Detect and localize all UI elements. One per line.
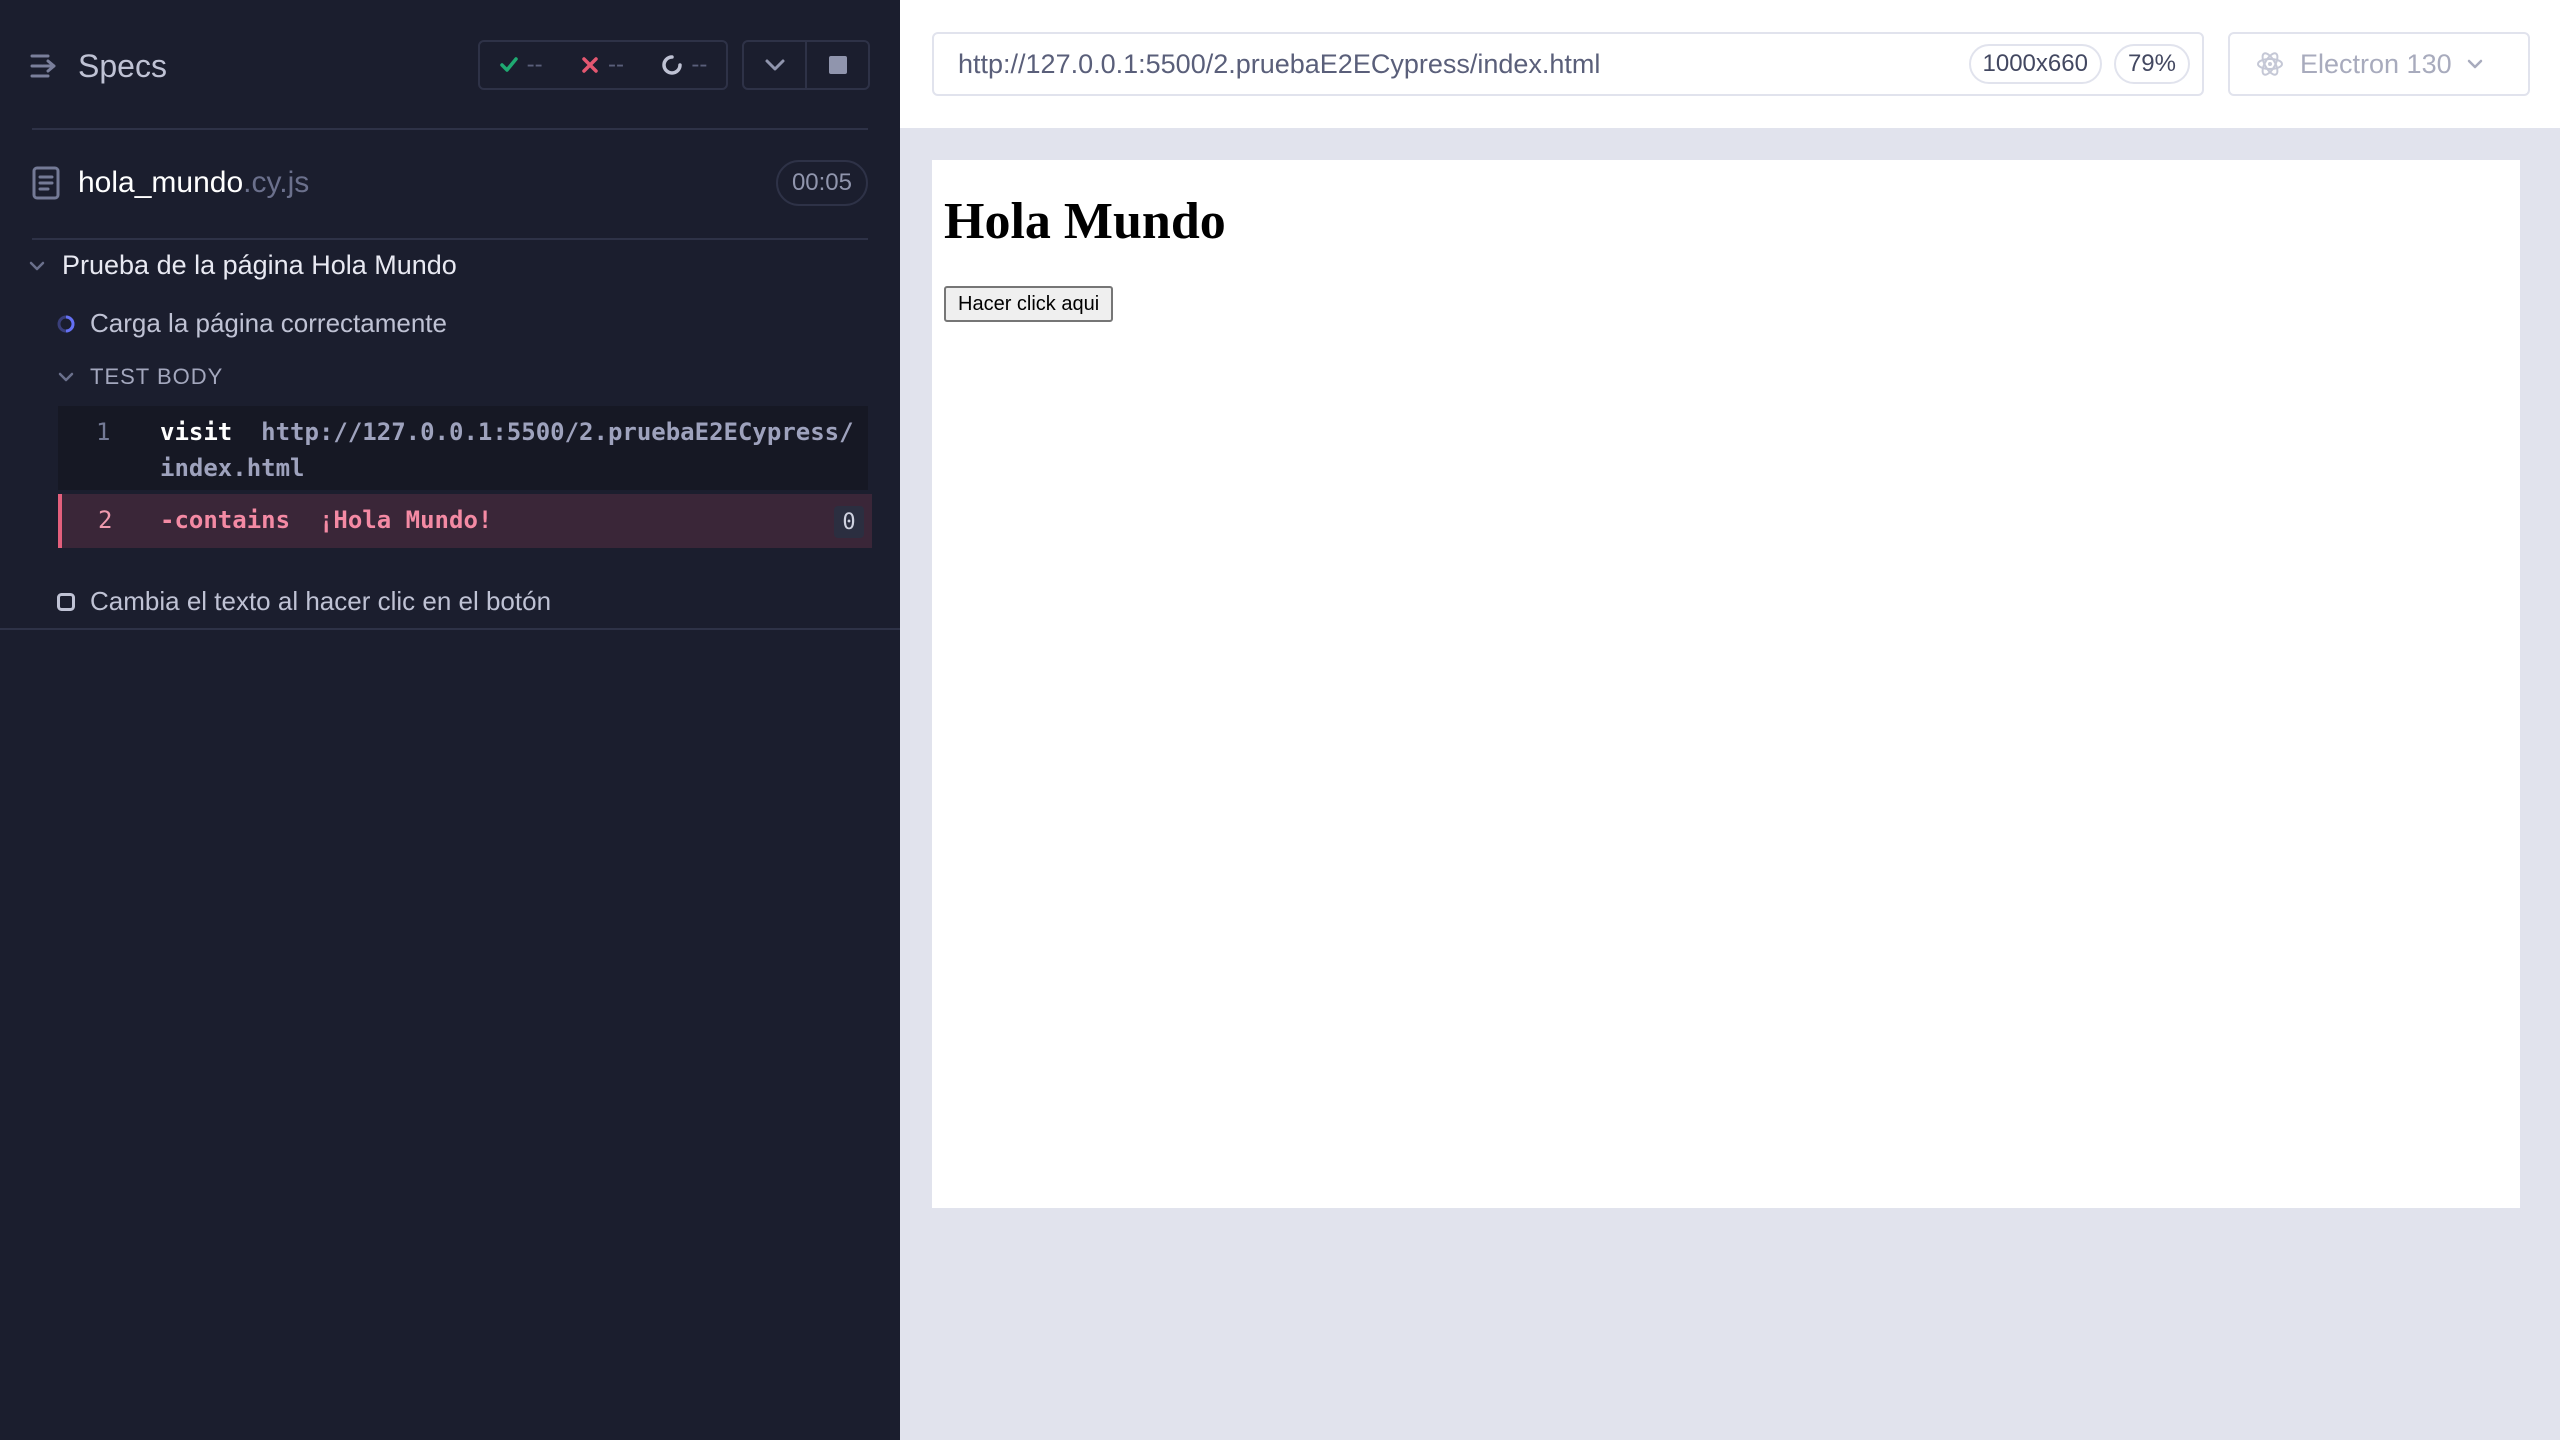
spinner-icon (662, 55, 683, 75)
test-body-label: TEST BODY (90, 364, 224, 389)
test-item-pending[interactable]: Cambia el texto al hacer clic en el botó… (56, 586, 551, 617)
command-row-visit[interactable]: 1 visit http://127.0.0.1:5500/2.pruebaE2… (58, 406, 868, 490)
running-spinner-icon (57, 315, 75, 332)
browser-name: Electron 130 (2300, 48, 2452, 79)
check-icon (499, 57, 518, 72)
chevron-down-icon (765, 59, 784, 71)
click-here-button[interactable]: Hacer click aqui (944, 286, 1114, 322)
passed-stat: -- (499, 51, 543, 79)
spec-file-name[interactable]: hola_mundo (78, 166, 243, 200)
test-item-running[interactable]: Carga la página correctamente (56, 308, 447, 339)
x-icon (582, 57, 598, 73)
app-under-test-frame: Hola Mundo Hacer click aqui (932, 160, 2520, 1208)
url-text: http://127.0.0.1:5500/2.pruebaE2ECypress… (958, 48, 1601, 79)
stop-button[interactable] (805, 42, 868, 88)
specs-list-icon (30, 54, 56, 78)
command-arg: http://127.0.0.1:5500/2.pruebaE2ECypress… (261, 418, 854, 446)
element-count-badge: 0 (834, 506, 864, 538)
test-title: Cambia el texto al hacer clic en el botó… (90, 586, 552, 616)
test-title: Carga la página correctamente (90, 308, 447, 338)
viewport-size-pill[interactable]: 1000x660 (1968, 44, 2102, 84)
url-bar[interactable]: http://127.0.0.1:5500/2.pruebaE2ECypress… (932, 32, 2204, 96)
command-name-text: -contains (160, 506, 291, 534)
browser-toolbar: http://127.0.0.1:5500/2.pruebaE2ECypress… (900, 0, 2560, 128)
command-row-contains[interactable]: 2 -contains ¡Hola Mundo! 0 (58, 494, 872, 548)
command-name: -contains ¡Hola Mundo! (160, 506, 492, 534)
file-divider (32, 238, 868, 240)
electron-icon (2257, 52, 2283, 76)
chevron-down-icon (2467, 59, 2482, 69)
suite-title-row[interactable]: Prueba de la página Hola Mundo (28, 250, 457, 281)
scale-pill[interactable]: 79% (2113, 44, 2190, 84)
expand-toggle-button[interactable] (744, 42, 805, 88)
pending-count: -- (691, 51, 708, 78)
spec-file-row: hola_mundo .cy.js 00:05 (32, 160, 868, 206)
command-name-text: visit (160, 418, 233, 446)
chevron-down-icon (29, 261, 45, 270)
stop-icon (828, 56, 847, 74)
specs-button[interactable]: Specs (30, 40, 167, 92)
pending-square-icon (57, 592, 75, 611)
page-heading: Hola Mundo (944, 193, 1226, 250)
reporter-header: Specs -- -- -- (0, 0, 900, 130)
failed-count: -- (608, 51, 624, 78)
duration-badge: 00:05 (775, 160, 868, 206)
command-name: visit http://127.0.0.1:5500/2.pruebaE2EC… (160, 418, 854, 446)
command-arg: ¡Hola Mundo! (318, 506, 493, 534)
test-stats: -- -- -- (478, 40, 728, 90)
preview-panel: http://127.0.0.1:5500/2.pruebaE2ECypress… (900, 0, 2560, 1440)
run-controls (742, 40, 870, 90)
command-number: 2 (98, 506, 113, 534)
browser-selector[interactable]: Electron 130 (2228, 32, 2530, 96)
command-number: 1 (96, 418, 111, 446)
header-divider (32, 128, 868, 130)
chevron-down-icon (58, 372, 74, 382)
failed-stat: -- (580, 51, 624, 79)
suite-bottom-divider (0, 628, 900, 630)
specs-label: Specs (78, 47, 167, 84)
command-log-panel: Specs -- -- -- hola_mundo .cy.js 00:05 P… (0, 0, 900, 1440)
test-body-toggle[interactable]: TEST BODY (58, 364, 223, 390)
passed-count: -- (526, 51, 543, 78)
spec-file-ext: .cy.js (243, 166, 310, 199)
suite-title: Prueba de la página Hola Mundo (62, 250, 457, 280)
pending-stat: -- (661, 51, 707, 79)
file-icon (32, 166, 60, 200)
command-arg-continued: index.html (160, 454, 305, 482)
